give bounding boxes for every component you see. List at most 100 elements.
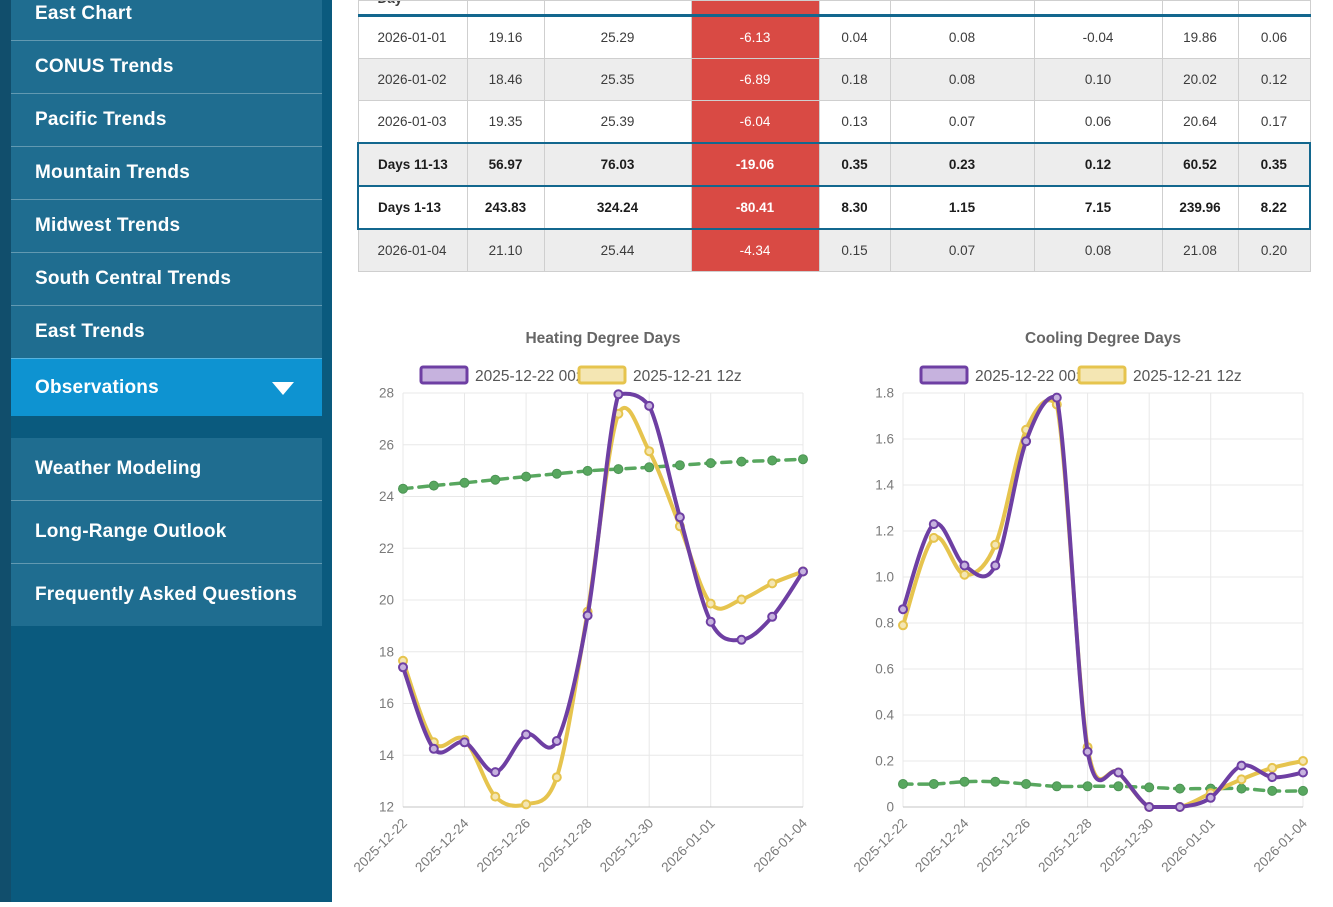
x-tick-label: 2025-12-22 (351, 816, 410, 875)
sidebar-edge-strip (0, 0, 11, 902)
sidebar-item-mountain-trends[interactable]: Mountain Trends (11, 146, 322, 199)
y-tick-label: 1.0 (875, 570, 894, 585)
table-cell-value: 7.15 (1034, 186, 1162, 229)
x-tick-label: 2026-01-01 (1158, 816, 1217, 875)
table-header-cell: Day (358, 1, 467, 16)
sidebar-nav-secondary: Weather ModelingLong-Range Outlook Freque… (11, 438, 322, 626)
x-tick-label: 2025-12-28 (1035, 816, 1094, 875)
sidebar-item-east-chart[interactable]: East Chart (11, 0, 322, 40)
sidebar-item-label: East Chart (35, 3, 132, 25)
sidebar-item-label: Frequently Asked Questions (35, 584, 297, 606)
svg-text:2025-12-22 00z: 2025-12-22 00z (975, 368, 1084, 385)
table-header-cell (1034, 1, 1162, 16)
sidebar-item-label: Pacific Trends (35, 109, 167, 131)
chart-svg: Heating Degree Days2025-12-22 00z2025-12… (341, 322, 831, 902)
sidebar-item-conus-trends[interactable]: CONUS Trends (11, 40, 322, 93)
x-tick-label: 2025-12-26 (474, 816, 533, 875)
sidebar-item-observations[interactable]: Observations (11, 358, 322, 416)
sidebar-item-label: Mountain Trends (35, 162, 190, 184)
sidebar-item-midwest-trends[interactable]: Midwest Trends (11, 199, 322, 252)
sidebar-item-label: Observations (35, 377, 159, 399)
sidebar-item-frequently-asked-questions[interactable]: Frequently Asked Questions (11, 563, 322, 626)
table-cell-value: 0.35 (819, 143, 890, 186)
legend-item-previous[interactable]: 2025-12-21 12z (579, 367, 742, 385)
table-row-2026-01-03: 2026-01-0319.3525.39-6.040.130.070.0620.… (358, 101, 1310, 144)
table-cell-day: 2026-01-01 (358, 16, 467, 59)
y-tick-label: 20 (379, 593, 394, 608)
table-cell-value: 25.44 (544, 229, 691, 272)
y-tick-label: 28 (379, 386, 394, 401)
table-cell-value: 0.12 (1034, 143, 1162, 186)
legend-item-current[interactable]: 2025-12-22 00z (921, 367, 1084, 385)
table-cell-value: 25.39 (544, 101, 691, 144)
table-cell-value: 0.07 (890, 101, 1034, 144)
svg-text:2025-12-21 12z: 2025-12-21 12z (633, 368, 742, 385)
table-cell-value: 20.02 (1162, 59, 1238, 101)
table-header-cell (467, 1, 544, 16)
sidebar-item-east-trends[interactable]: East Trends (11, 305, 322, 358)
table-cell-value: 239.96 (1162, 186, 1238, 229)
table-cell-day: 2026-01-04 (358, 229, 467, 272)
x-tick-label: 2025-12-24 (912, 815, 972, 875)
y-tick-label: 1.2 (875, 524, 894, 539)
series-current (399, 390, 807, 776)
table-cell-day: 2026-01-03 (358, 101, 467, 144)
y-tick-label: 24 (379, 489, 395, 504)
x-tick-label: 2025-12-30 (1097, 816, 1156, 875)
table-cell-value: 60.52 (1162, 143, 1238, 186)
table-cell-value: 0.18 (819, 59, 890, 101)
table-row-days-1-13: Days 1-13243.83324.24-80.418.301.157.152… (358, 186, 1310, 229)
y-tick-label: 1.6 (875, 432, 894, 447)
table-cell-value: 56.97 (467, 143, 544, 186)
y-tick-label: 1.4 (875, 478, 894, 493)
sidebar-item-long-range-outlook[interactable]: Long-Range Outlook (11, 500, 322, 563)
table-header-cell (819, 1, 890, 16)
table-row-2026-01-02: 2026-01-0218.4625.35-6.890.180.080.1020.… (358, 59, 1310, 101)
table-cell-value: 21.10 (467, 229, 544, 272)
legend-item-previous[interactable]: 2025-12-21 12z (1079, 367, 1242, 385)
table-cell-diff: -6.04 (691, 101, 819, 144)
table-cell-value: 76.03 (544, 143, 691, 186)
sidebar-nav-primary: East Chart CONUS Trends Pacific Trends Moun… (11, 0, 322, 416)
svg-text:2025-12-22 00z: 2025-12-22 00z (475, 368, 584, 385)
table-cell-value: 0.35 (1238, 143, 1310, 186)
table-cell-day: Days 1-13 (358, 186, 467, 229)
x-tick-label: 2025-12-26 (974, 816, 1033, 875)
table-cell-value: 0.23 (890, 143, 1034, 186)
table-cell-value: 0.13 (819, 101, 890, 144)
chart-svg: Cooling Degree Days2025-12-22 00z2025-12… (841, 322, 1331, 902)
y-tick-label: 0.8 (875, 616, 894, 631)
sidebar-item-pacific-trends[interactable]: Pacific Trends (11, 93, 322, 146)
table-cell-value: 0.08 (890, 59, 1034, 101)
charts-row: Heating Degree Days2025-12-22 00z2025-12… (332, 322, 1333, 902)
table-cell-diff: -6.89 (691, 59, 819, 101)
main-content: Day2026-01-0119.1625.29-6.130.040.08-0.0… (332, 0, 1333, 902)
x-tick-label: 2025-12-28 (535, 816, 594, 875)
table-header-row-cropped: Day (358, 1, 1310, 16)
table-cell-value: -0.04 (1034, 16, 1162, 59)
table-cell-value: 0.15 (819, 229, 890, 272)
table-cell-value: 0.12 (1238, 59, 1310, 101)
table-cell-value: 0.08 (890, 16, 1034, 59)
table-cell-value: 324.24 (544, 186, 691, 229)
heating-degree-days-chart: Heating Degree Days2025-12-22 00z2025-12… (341, 322, 831, 902)
cooling-degree-days-chart: Cooling Degree Days2025-12-22 00z2025-12… (841, 322, 1331, 902)
table-cell-value: 0.07 (890, 229, 1034, 272)
x-tick-label: 2025-12-30 (597, 816, 656, 875)
sidebar-item-south-central-trends[interactable]: South Central Trends (11, 252, 322, 305)
table-cell-value: 0.10 (1034, 59, 1162, 101)
x-tick-label: 2025-12-24 (412, 815, 472, 875)
y-tick-label: 0.2 (875, 754, 894, 769)
table-cell-value: 8.22 (1238, 186, 1310, 229)
table-cell-value: 0.17 (1238, 101, 1310, 144)
x-tick-label: 2026-01-04 (751, 815, 811, 875)
table-cell-day: 2026-01-02 (358, 59, 467, 101)
legend-item-current[interactable]: 2025-12-22 00z (421, 367, 584, 385)
x-tick-label: 2026-01-04 (1251, 815, 1311, 875)
table-cell-value: 25.35 (544, 59, 691, 101)
table-header-cell (544, 1, 691, 16)
table-cell-day: Days 11-13 (358, 143, 467, 186)
sidebar-item-weather-modeling[interactable]: Weather Modeling (11, 438, 322, 500)
y-tick-label: 0.6 (875, 662, 894, 677)
table-header-cell (890, 1, 1034, 16)
